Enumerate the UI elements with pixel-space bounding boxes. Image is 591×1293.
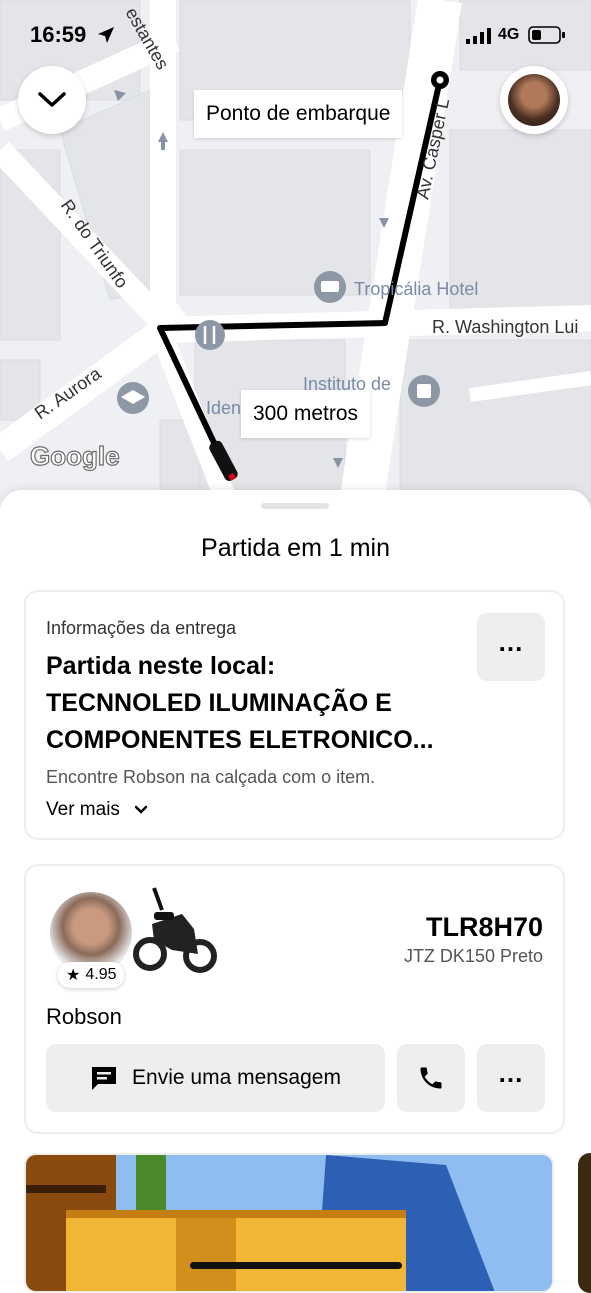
avatar <box>508 74 560 126</box>
delivery-options-button[interactable]: ... <box>477 613 545 681</box>
vehicle-description: JTZ DK150 Preto <box>403 946 543 966</box>
delivery-info-label: Informações da entrega <box>46 618 237 638</box>
see-more-label: Ver mais <box>46 799 120 820</box>
license-plate: TLR8H70 <box>425 912 543 942</box>
driver-card: ★ 4.95 Robson TLR8H70 JTZ DK150 Preto En… <box>24 864 565 1134</box>
location-arrow-icon <box>98 27 114 43</box>
map-view[interactable]: estantes R. do Triunfo R. Aurora Av. Cas… <box>0 0 591 510</box>
google-attribution: Google <box>30 441 120 471</box>
distance-chip: 300 metros <box>241 390 371 438</box>
driver-options-button[interactable]: ... <box>477 1044 545 1112</box>
phone-icon <box>420 1067 442 1089</box>
signal-icon <box>466 28 491 44</box>
title-line: TECNNOLED ILUMINAÇÃO E <box>46 689 392 717</box>
send-message-button[interactable]: Envie uma mensagem <box>46 1044 385 1112</box>
network-label: 4G <box>498 26 520 43</box>
promo-illustration <box>26 1155 495 1291</box>
pickup-location-title: Partida neste local: TECNNOLED ILUMINAÇÃ… <box>46 648 434 759</box>
title-line: COMPONENTES ELETRONICO... <box>46 726 434 754</box>
collapse-button[interactable] <box>18 66 86 134</box>
send-message-label: Envie uma mensagem <box>132 1066 341 1089</box>
sheet-handle[interactable] <box>261 503 329 509</box>
more-options-icon: ... <box>498 1058 524 1088</box>
title-line: Partida neste local: <box>46 652 276 680</box>
promo-banner[interactable] <box>24 1153 554 1293</box>
distance-label: 300 metros <box>253 402 359 425</box>
driver-rating-badge: ★ 4.95 <box>58 962 125 988</box>
motorcycle-icon <box>133 887 217 973</box>
status-bar: 16:59 4G <box>0 0 591 70</box>
profile-button[interactable] <box>500 66 568 134</box>
pickup-label-chip: Ponto de embarque <box>194 90 403 138</box>
message-icon <box>92 1067 117 1090</box>
street-label: R. Washington Lui <box>432 317 578 337</box>
chevron-down-icon <box>38 92 66 107</box>
sheet-heading: Partida em 1 min <box>201 534 390 562</box>
battery-icon <box>528 26 565 44</box>
delivery-instruction: Encontre Robson na calçada com o item. <box>46 767 376 787</box>
poi-label: Iden <box>206 398 241 418</box>
star-icon: ★ <box>66 967 81 984</box>
home-indicator <box>190 1262 402 1269</box>
more-options-icon: ... <box>498 627 524 657</box>
status-time: 16:59 <box>30 22 87 47</box>
call-button[interactable] <box>397 1044 465 1112</box>
poi-label: Tropicália Hotel <box>354 279 478 299</box>
chevron-down-icon <box>134 805 148 814</box>
see-more-link[interactable]: Ver mais <box>46 799 148 821</box>
delivery-info-card: Informações da entrega Partida neste loc… <box>24 590 565 840</box>
trip-sheet[interactable]: Partida em 1 min Informações da entrega … <box>0 490 591 1293</box>
driver-rating: 4.95 <box>85 966 117 983</box>
next-promo-card[interactable] <box>578 1153 591 1293</box>
pickup-label: Ponto de embarque <box>206 102 391 125</box>
driver-name: Robson <box>46 1004 122 1029</box>
